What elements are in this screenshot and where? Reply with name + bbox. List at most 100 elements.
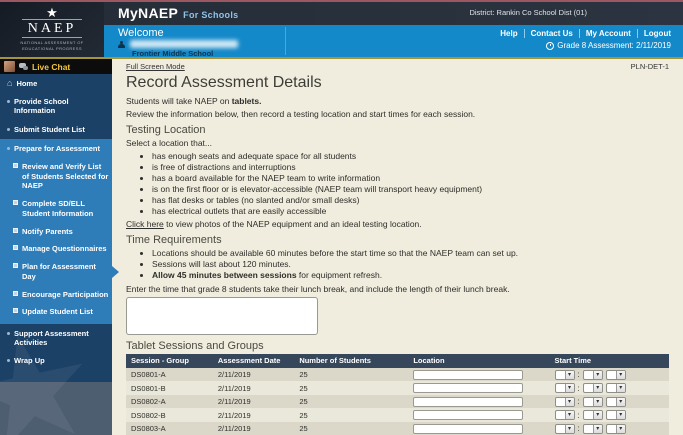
sidebar-item-label: Provide School Information — [14, 97, 108, 116]
main-content: Full Screen Mode PLN-DET-1 Record Assess… — [112, 59, 683, 435]
sidebar-item-submit-student-list[interactable]: Submit Student List — [0, 120, 112, 138]
header-divider-line — [0, 57, 683, 59]
intro-line1-text: Students will take NAEP on — [126, 96, 232, 106]
start-time-ampm-select[interactable]: ▾ — [606, 424, 626, 434]
start-time-hour-select[interactable]: ▾ — [555, 410, 575, 420]
time-separator: : — [578, 384, 580, 393]
location-input[interactable] — [413, 397, 523, 407]
location-input[interactable] — [413, 424, 523, 434]
assessment-date-cell: 2/11/2019 — [213, 422, 294, 435]
sidebar-item-provide-school-information[interactable]: Provide School Information — [0, 92, 112, 120]
tablet-sessions-heading: Tablet Sessions and Groups — [126, 340, 669, 352]
welcome-greeting: Welcome — [118, 27, 164, 39]
time-requirements-bullet-bold: Allow 45 minutes between sessions — [152, 270, 297, 280]
time-separator: : — [578, 424, 580, 433]
click-here-link[interactable]: Click here — [126, 219, 164, 229]
session-group-cell: DS0802-B — [126, 408, 213, 422]
start-time-minute-select[interactable]: ▾ — [583, 424, 603, 434]
chevron-down-icon: ▾ — [565, 425, 574, 433]
home-icon: ⌂ — [7, 79, 12, 87]
checkbox-icon — [13, 263, 18, 268]
app-brand: MyNAEPFor Schools — [118, 5, 238, 21]
testing-location-bullet: has electrical outlets that are easily a… — [152, 206, 669, 217]
chevron-down-icon: ▾ — [616, 425, 625, 433]
assessment-status-text: Grade 8 Assessment: 2/11/2019 — [557, 41, 671, 50]
star-icon: ★ — [46, 6, 58, 19]
help-link[interactable]: Help — [494, 29, 524, 38]
start-time-hour-select[interactable]: ▾ — [555, 370, 575, 380]
my-account-link[interactable]: My Account — [580, 29, 638, 38]
time-separator: : — [578, 411, 580, 420]
sidebar-item-label: Review and Verify List of Students Selec… — [22, 162, 109, 191]
time-requirements-bullet: Sessions will last about 120 minutes. — [152, 259, 669, 270]
testing-location-bullets: has enough seats and adequate space for … — [126, 151, 669, 217]
location-input[interactable] — [413, 410, 523, 420]
location-input[interactable] — [413, 383, 523, 393]
full-screen-mode-link[interactable]: Full Screen Mode — [126, 62, 185, 71]
sidebar-item-plan-for-assessment-day[interactable]: Plan for Assessment Day — [0, 258, 112, 286]
checkbox-icon — [13, 163, 18, 168]
welcome-bar-divider — [285, 27, 286, 55]
start-time-minute-select[interactable]: ▾ — [583, 397, 603, 407]
start-time-hour-select[interactable]: ▾ — [555, 424, 575, 434]
naep-logo-caption: NATIONAL ASSESSMENT OF EDUCATIONAL PROGR… — [16, 40, 88, 51]
start-time-minute-select[interactable]: ▾ — [583, 370, 603, 380]
chevron-down-icon: ▾ — [616, 398, 625, 406]
time-requirements-bullet: Locations should be available 60 minutes… — [152, 248, 669, 259]
live-chat-avatar — [4, 61, 15, 72]
sidebar-item-encourage-participation[interactable]: Encourage Participation — [0, 286, 112, 304]
sidebar-item-wrap-up[interactable]: Wrap Up — [0, 352, 112, 370]
assessment-date-cell: 2/11/2019 — [213, 395, 294, 409]
start-time-hour-select[interactable]: ▾ — [555, 383, 575, 393]
lunch-break-textarea[interactable] — [126, 297, 318, 335]
start-time-hour-select[interactable]: ▾ — [555, 397, 575, 407]
sidebar-item-review-and-verify-list[interactable]: Review and Verify List of Students Selec… — [0, 158, 112, 195]
sidebar: ★ Live Chat ⌂ Home Provide School Inform… — [0, 59, 112, 435]
page-code: PLN-DET-1 — [631, 62, 669, 71]
sidebar-item-update-student-list[interactable]: Update Student List — [0, 303, 112, 321]
start-time-ampm-select[interactable]: ▾ — [606, 410, 626, 420]
assessment-status: Grade 8 Assessment: 2/11/2019 — [546, 41, 671, 50]
chevron-down-icon: ▾ — [593, 411, 602, 419]
sidebar-item-complete-sd-ell-info[interactable]: Complete SD/ELL Student Information — [0, 195, 112, 223]
contact-us-link[interactable]: Contact Us — [525, 29, 580, 38]
sidebar-item-label: Update Student List — [22, 307, 93, 317]
time-separator: : — [578, 370, 580, 379]
person-icon — [118, 41, 125, 49]
intro-line1: Students will take NAEP on tablets. — [126, 96, 669, 106]
start-time-ampm-select[interactable]: ▾ — [606, 370, 626, 380]
photos-line-text: to view photos of the NAEP equipment and… — [164, 219, 422, 229]
lunch-break-prompt: Enter the time that grade 8 students tak… — [126, 284, 669, 294]
number-of-students-cell: 25 — [294, 422, 408, 435]
checkbox-icon — [13, 308, 18, 313]
district-label: District: Rankin Co School Dist (01) — [469, 8, 587, 17]
start-time-ampm-select[interactable]: ▾ — [606, 397, 626, 407]
checkbox-icon — [13, 228, 18, 233]
live-chat-label: Live Chat — [32, 62, 70, 72]
testing-location-heading: Testing Location — [126, 124, 669, 136]
welcome-bar: Welcome Frontier Middle School Help Cont… — [104, 25, 683, 57]
sidebar-item-manage-questionnaires[interactable]: Manage Questionnaires — [0, 240, 112, 258]
number-of-students-cell: 25 — [294, 408, 408, 422]
sidebar-item-notify-parents[interactable]: Notify Parents — [0, 223, 112, 241]
bullet-icon — [7, 332, 10, 335]
chevron-down-icon: ▾ — [616, 371, 625, 379]
live-chat-button[interactable]: Live Chat — [0, 59, 112, 74]
session-group-cell: DS0802-A — [126, 395, 213, 409]
logout-link[interactable]: Logout — [638, 29, 671, 38]
sidebar-item-home[interactable]: ⌂ Home — [0, 74, 112, 92]
intro-line2: Review the information below, then recor… — [126, 109, 669, 119]
sidebar-item-prepare-for-assessment[interactable]: Prepare for Assessment — [0, 140, 112, 158]
start-time-minute-select[interactable]: ▾ — [583, 410, 603, 420]
start-time-minute-select[interactable]: ▾ — [583, 383, 603, 393]
sidebar-item-support-assessment-activities[interactable]: Support Assessment Activities — [0, 324, 112, 352]
chat-bubbles-icon — [19, 63, 28, 70]
assessment-date-cell: 2/11/2019 — [213, 408, 294, 422]
time-requirements-heading: Time Requirements — [126, 234, 669, 246]
start-time-ampm-select[interactable]: ▾ — [606, 383, 626, 393]
time-separator: : — [578, 397, 580, 406]
location-input[interactable] — [413, 370, 523, 380]
intro-line1-bold: tablets. — [232, 96, 262, 106]
sidebar-item-label: Notify Parents — [22, 227, 73, 237]
assessment-date-cell: 2/11/2019 — [213, 381, 294, 395]
